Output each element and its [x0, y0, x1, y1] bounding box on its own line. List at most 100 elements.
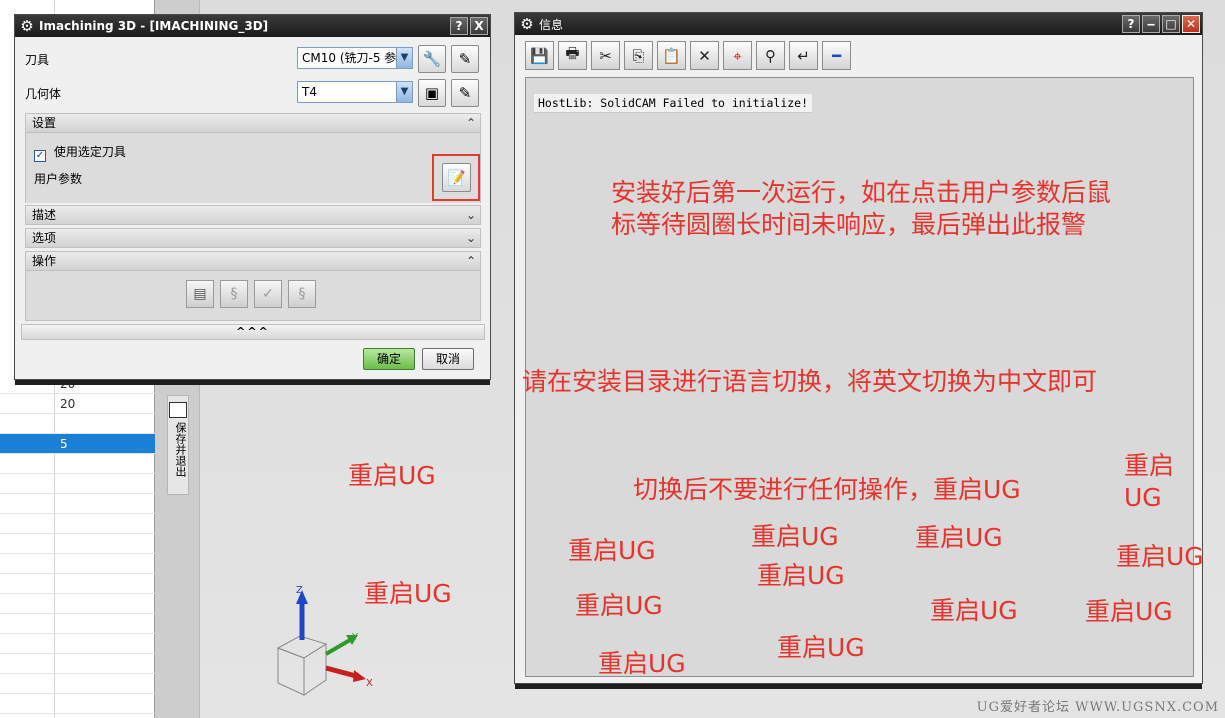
- save-button[interactable]: 💾: [525, 41, 554, 70]
- grid-row[interactable]: [0, 634, 155, 654]
- cancel-button[interactable]: 取消: [422, 348, 474, 370]
- triad-x-label: X: [366, 678, 373, 689]
- edit-geometry-button[interactable]: ✎: [451, 79, 479, 107]
- collapse-button[interactable]: ━: [822, 41, 851, 70]
- expand-toggle[interactable]: ^^^: [21, 324, 485, 340]
- annotation-note-1-line-2: 标等待圆圈长时间未响应，最后弹出此报警: [611, 210, 1087, 239]
- use-selected-tool-label: 使用选定刀具: [53, 145, 126, 159]
- chevron-down-icon[interactable]: ▼: [396, 48, 412, 68]
- new-geometry-button[interactable]: ▣: [418, 79, 446, 107]
- new-geometry-icon: ▣: [424, 84, 440, 102]
- triad-z-label: Z: [296, 585, 303, 596]
- grid-row[interactable]: [0, 494, 155, 514]
- grid-row[interactable]: [0, 514, 155, 534]
- grid-row[interactable]: [0, 554, 155, 574]
- grid-row[interactable]: 20: [0, 394, 155, 414]
- paste-icon: 📋: [662, 46, 681, 65]
- use-selected-tool-row[interactable]: ✓ 使用选定刀具: [34, 143, 126, 162]
- annotation-restart-stacked: 重启 UG: [1124, 450, 1174, 514]
- geometry-select-value: T4: [302, 85, 317, 99]
- binoculars-icon: ⚲: [765, 46, 776, 65]
- wrap-button[interactable]: ↵: [789, 41, 818, 70]
- cut-button[interactable]: ✂: [591, 41, 620, 70]
- grid-row[interactable]: [0, 614, 155, 634]
- settings-body: ✓ 使用选定刀具 用户参数: [25, 133, 481, 203]
- annotation-restart: 重启UG: [757, 561, 845, 590]
- save-icon: 💾: [530, 46, 549, 65]
- save-exit-icon: [169, 402, 187, 418]
- replay-icon: §: [230, 286, 238, 302]
- annotation-restart: 重启UG: [568, 536, 656, 565]
- replay-button[interactable]: §: [220, 280, 248, 308]
- annotation-restart-bottom: UG: [1124, 483, 1162, 512]
- annotation-restart: 重启UG: [1116, 542, 1204, 571]
- grid-row[interactable]: [0, 574, 155, 594]
- info-titlebar[interactable]: ⚙ 信息 ? ‒ □ ✕: [515, 13, 1202, 35]
- target-icon: ⌖: [733, 46, 742, 65]
- section-description[interactable]: 描述 ⌄: [25, 205, 481, 225]
- grid-row-selected[interactable]: 5: [0, 434, 155, 454]
- section-settings[interactable]: 设置 ⌃: [25, 113, 481, 133]
- edit-tool-button[interactable]: ✎: [451, 45, 479, 73]
- chevron-down-icon[interactable]: ⌄: [466, 229, 476, 247]
- list-button[interactable]: §: [288, 280, 316, 308]
- maximize-button[interactable]: □: [1162, 15, 1180, 33]
- chevron-up-icon[interactable]: ⌃: [466, 252, 476, 270]
- copy-icon: ⎘: [632, 46, 645, 65]
- tool-select-value: CM10 (铣刀-5 参: [302, 51, 397, 65]
- verify-button[interactable]: ✓: [254, 280, 282, 308]
- grid-row[interactable]: [0, 654, 155, 674]
- annotation-restart: 重启UG: [598, 649, 686, 678]
- annotation-note-1-line-1: 安装好后第一次运行，如在点击用户参数后鼠: [611, 178, 1112, 207]
- print-icon: 🖶: [565, 44, 580, 62]
- delete-button[interactable]: ✕: [690, 41, 719, 70]
- section-options[interactable]: 选项 ⌄: [25, 228, 481, 248]
- chevron-up-icon[interactable]: ⌃: [466, 114, 476, 132]
- info-message: HostLib: SolidCAM Failed to initialize!: [534, 94, 813, 113]
- grid-row[interactable]: [0, 594, 155, 614]
- forum-watermark: UG爱好者论坛 WWW.UGSNX.COM: [976, 700, 1219, 715]
- close-button[interactable]: X: [470, 17, 488, 35]
- edit-tool-icon: ✎: [458, 50, 472, 68]
- close-button[interactable]: ✕: [1182, 15, 1200, 33]
- generate-button[interactable]: ▤: [186, 280, 214, 308]
- ok-button[interactable]: 确定: [363, 348, 415, 370]
- annotation-note-1: 安装好后第一次运行，如在点击用户参数后鼠 标等待圆圈长时间未响应，最后弹出此报警: [611, 177, 1111, 241]
- geometry-select[interactable]: T4 ▼: [297, 81, 413, 103]
- gear-icon[interactable]: ⚙: [519, 16, 535, 32]
- tool-label: 刀具: [25, 53, 50, 67]
- annotation-note-3: 切换后不要进行任何操作，重启UG: [633, 475, 1021, 504]
- dialog-titlebar[interactable]: ⚙ Imachining 3D - [IMACHINING_3D] ? X: [15, 15, 490, 37]
- save-and-exit-tab[interactable]: 保存并退出: [167, 395, 189, 495]
- grid-row[interactable]: [0, 694, 155, 714]
- print-button[interactable]: 🖶: [558, 41, 587, 70]
- annotation-restart: 重启UG: [575, 591, 663, 620]
- annotation-restart: 重启UG: [751, 522, 839, 551]
- help-button[interactable]: ?: [450, 17, 468, 35]
- gear-icon[interactable]: ⚙: [19, 18, 35, 34]
- chevron-down-icon[interactable]: ▼: [396, 82, 412, 102]
- copy-button[interactable]: ⎘: [624, 41, 653, 70]
- grid-row[interactable]: [0, 414, 155, 434]
- help-button[interactable]: ?: [1122, 15, 1140, 33]
- list-icon: §: [298, 286, 306, 302]
- user-params-button[interactable]: 📝: [442, 163, 471, 192]
- section-operation-label: 操作: [32, 254, 57, 268]
- grid-row[interactable]: [0, 454, 155, 474]
- section-description-label: 描述: [32, 208, 57, 222]
- annotation-restart: 重启UG: [915, 523, 1003, 552]
- find-button[interactable]: ⚲: [756, 41, 785, 70]
- tool-select[interactable]: CM10 (铣刀-5 参 ▼: [297, 47, 413, 69]
- grid-row[interactable]: [0, 674, 155, 694]
- new-tool-button[interactable]: 🔧: [418, 45, 446, 73]
- grid-row[interactable]: [0, 534, 155, 554]
- paste-button[interactable]: 📋: [657, 41, 686, 70]
- section-operation[interactable]: 操作 ⌃: [25, 251, 481, 271]
- info-toolbar: 💾 🖶 ✂ ⎘ 📋 ✕ ⌖ ⚲ ↵ ━: [515, 35, 1202, 73]
- minimize-button[interactable]: ‒: [1142, 15, 1160, 33]
- delete-icon: ✕: [698, 46, 711, 65]
- chevron-down-icon[interactable]: ⌄: [466, 206, 476, 224]
- grid-row[interactable]: [0, 474, 155, 494]
- locate-button[interactable]: ⌖: [723, 41, 752, 70]
- use-selected-tool-checkbox[interactable]: ✓: [34, 150, 46, 162]
